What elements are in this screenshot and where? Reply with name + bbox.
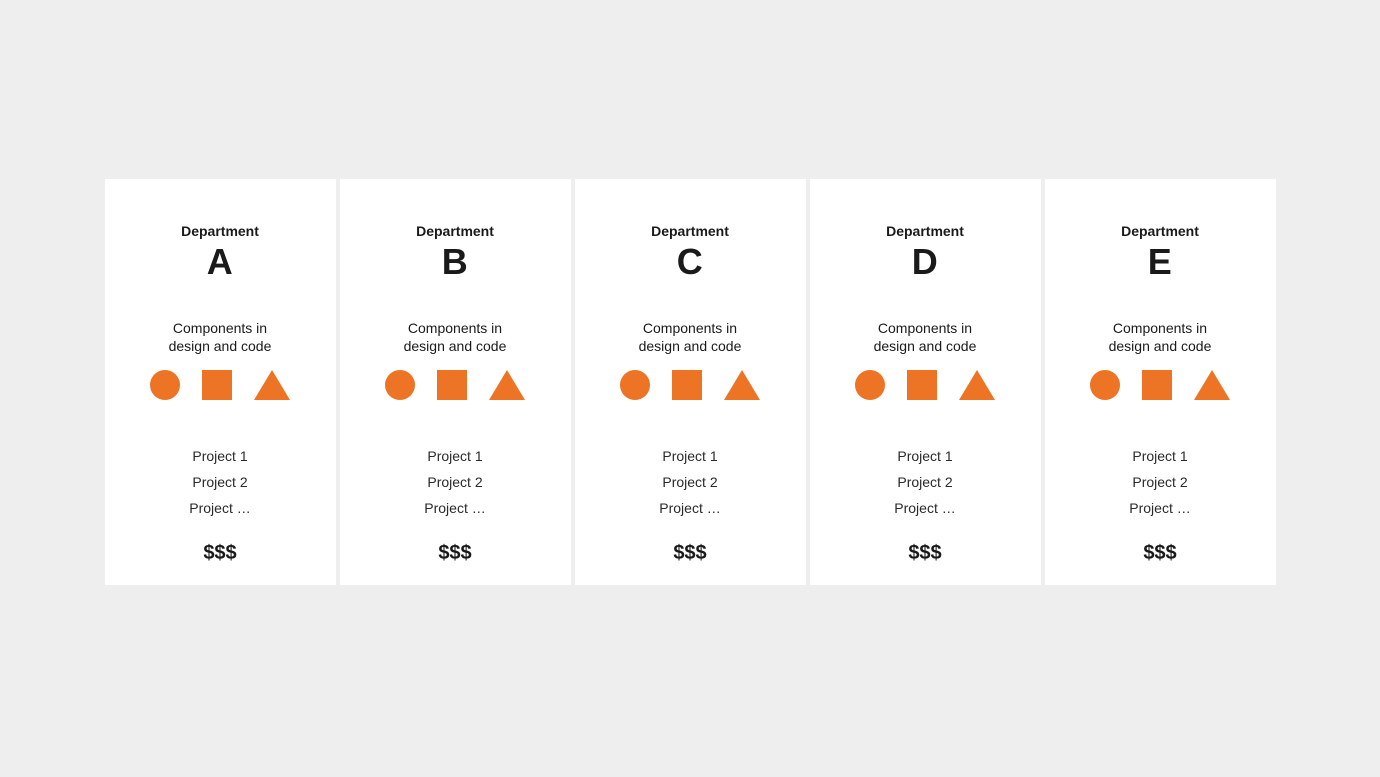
project-item: Project … (810, 496, 1041, 522)
project-item: Project 1 (575, 444, 806, 470)
project-item: Project … (575, 496, 806, 522)
component-shapes (340, 370, 571, 400)
department-card: Department C Components in design and co… (575, 179, 806, 585)
project-item: Project … (340, 496, 571, 522)
department-card: Department B Components in design and co… (340, 179, 571, 585)
cost-label: $$$ (1045, 542, 1276, 565)
components-line-1: Components in (173, 320, 267, 336)
cost-label: $$$ (340, 542, 571, 565)
department-label: Department (340, 223, 571, 239)
components-label: Components in design and code (810, 319, 1041, 357)
triangle-icon (959, 370, 995, 400)
department-label: Department (105, 223, 336, 239)
components-line-2: design and code (874, 338, 977, 354)
department-letter: D (810, 241, 1041, 283)
project-item: Project … (1045, 496, 1276, 522)
project-list: Project 1 Project 2 Project … (1045, 444, 1276, 522)
cost-label: $$$ (105, 542, 336, 565)
circle-icon (150, 370, 180, 400)
project-item: Project 1 (340, 444, 571, 470)
components-line-1: Components in (408, 320, 502, 336)
circle-icon (1090, 370, 1120, 400)
project-item: Project 2 (340, 470, 571, 496)
square-icon (437, 370, 467, 400)
components-label: Components in design and code (340, 319, 571, 357)
circle-icon (385, 370, 415, 400)
components-label: Components in design and code (105, 319, 336, 357)
triangle-icon (1194, 370, 1230, 400)
project-list: Project 1 Project 2 Project … (810, 444, 1041, 522)
project-list: Project 1 Project 2 Project … (105, 444, 336, 522)
components-line-1: Components in (643, 320, 737, 336)
project-list: Project 1 Project 2 Project … (575, 444, 806, 522)
components-line-2: design and code (169, 338, 272, 354)
department-label: Department (1045, 223, 1276, 239)
project-item: Project 2 (810, 470, 1041, 496)
square-icon (907, 370, 937, 400)
components-line-1: Components in (1113, 320, 1207, 336)
triangle-icon (489, 370, 525, 400)
square-icon (672, 370, 702, 400)
department-card: Department D Components in design and co… (810, 179, 1041, 585)
component-shapes (575, 370, 806, 400)
project-item: Project 2 (105, 470, 336, 496)
components-label: Components in design and code (575, 319, 806, 357)
circle-icon (855, 370, 885, 400)
project-list: Project 1 Project 2 Project … (340, 444, 571, 522)
square-icon (202, 370, 232, 400)
department-letter: A (105, 241, 336, 283)
cost-label: $$$ (810, 542, 1041, 565)
components-line-2: design and code (639, 338, 742, 354)
department-letter: E (1045, 241, 1276, 283)
cost-label: $$$ (575, 542, 806, 565)
component-shapes (810, 370, 1041, 400)
project-item: Project 1 (105, 444, 336, 470)
triangle-icon (254, 370, 290, 400)
project-item: Project 2 (575, 470, 806, 496)
department-label: Department (810, 223, 1041, 239)
components-label: Components in design and code (1045, 319, 1276, 357)
project-item: Project 1 (810, 444, 1041, 470)
project-item: Project 1 (1045, 444, 1276, 470)
component-shapes (105, 370, 336, 400)
department-card: Department E Components in design and co… (1045, 179, 1276, 585)
components-line-2: design and code (404, 338, 507, 354)
project-item: Project … (105, 496, 336, 522)
department-label: Department (575, 223, 806, 239)
project-item: Project 2 (1045, 470, 1276, 496)
components-line-2: design and code (1109, 338, 1212, 354)
circle-icon (620, 370, 650, 400)
components-line-1: Components in (878, 320, 972, 336)
component-shapes (1045, 370, 1276, 400)
department-card: Department A Components in design and co… (105, 179, 336, 585)
triangle-icon (724, 370, 760, 400)
square-icon (1142, 370, 1172, 400)
department-letter: C (575, 241, 806, 283)
department-letter: B (340, 241, 571, 283)
department-row: Department A Components in design and co… (105, 179, 1276, 585)
